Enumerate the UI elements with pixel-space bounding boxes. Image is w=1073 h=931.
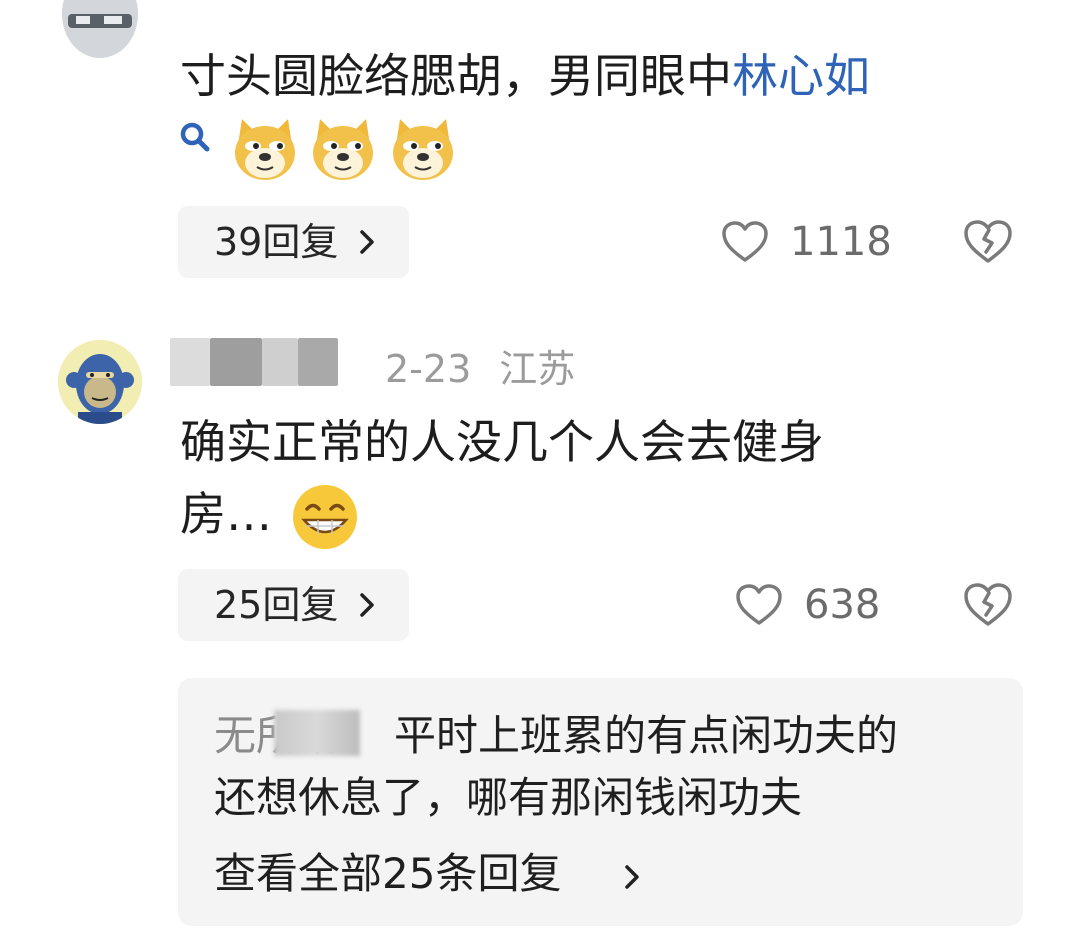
grin-emoji: [293, 485, 357, 549]
heart-icon[interactable]: [735, 583, 783, 627]
replies-count: 25回复: [214, 583, 339, 627]
reply-preview[interactable]: 无所谓平时上班累的有点闲功夫的 还想休息了，哪有那闲钱闲功夫 查看全部25条回复: [178, 678, 1023, 926]
like-count: 1118: [790, 219, 892, 265]
heart-icon[interactable]: [721, 220, 769, 264]
broken-heart-icon[interactable]: [962, 218, 1014, 266]
avatar[interactable]: [58, 340, 142, 424]
comment-date: 2-23: [385, 347, 472, 391]
replies-count: 39回复: [214, 220, 339, 264]
reply-text-line1: 平时上班累的有点闲功夫的: [394, 711, 899, 760]
chevron-right-icon: [360, 230, 374, 254]
username-redacted: [274, 710, 360, 756]
reply-text-line2: 还想休息了，哪有那闲钱闲功夫: [214, 773, 803, 822]
comment-thread: ▔▔▔▔▔ ▔▔▔▔▔▔▔▔▔ 寸头圆脸络腮胡，男同眼中林心如: [0, 0, 1073, 931]
comment-text-main: 寸头圆脸络腮胡，男同眼中: [180, 49, 732, 103]
view-all-replies-link[interactable]: 查看全部25条回复: [214, 846, 561, 902]
broken-heart-icon[interactable]: [962, 581, 1014, 629]
avatar[interactable]: [62, 0, 138, 58]
replies-button[interactable]: 39回复: [178, 206, 409, 278]
comment-text: 寸头圆脸络腮胡，男同眼中林心如: [180, 42, 870, 110]
comment-location: 江苏: [499, 347, 576, 391]
chevron-right-icon: [625, 865, 639, 889]
search-icon[interactable]: [178, 120, 212, 154]
search-keyword-link[interactable]: 林心如: [732, 49, 870, 103]
comment-text-line1: 确实正常的人没几个人会去健身: [180, 415, 824, 469]
replies-button[interactable]: 25回复: [178, 569, 409, 641]
comment-text-line2: 房…: [180, 480, 272, 548]
comment-text-line2-content: 房…: [180, 487, 272, 541]
comment-meta: 2-23 江苏: [170, 344, 575, 394]
like-count: 638: [804, 582, 881, 628]
doge-emoji: [235, 119, 295, 180]
chevron-right-icon: [360, 593, 374, 617]
doge-emoji: [313, 119, 373, 180]
doge-emoji: [393, 119, 453, 180]
